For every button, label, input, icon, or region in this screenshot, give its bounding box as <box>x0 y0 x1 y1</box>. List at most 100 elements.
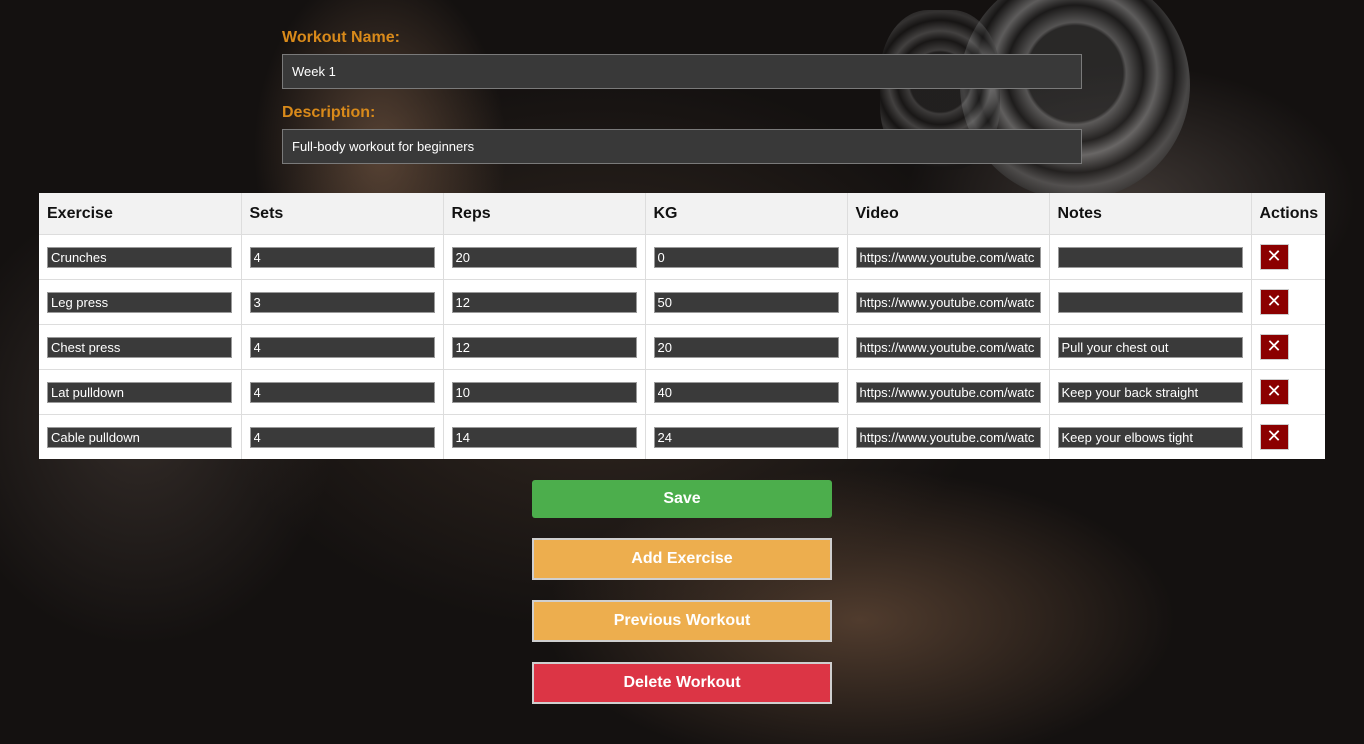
cell-reps <box>443 279 646 325</box>
header-video: Video <box>847 193 1050 235</box>
delete-row-button[interactable]: ✕ <box>1259 379 1289 405</box>
video-input[interactable] <box>855 381 1041 403</box>
sets-input[interactable] <box>249 336 435 358</box>
delete-row-button[interactable]: ✕ <box>1259 289 1289 315</box>
exercise-table-container: Exercise Sets Reps KG Video Notes Action… <box>39 193 1325 459</box>
cell-actions: ✕ <box>1251 369 1325 415</box>
add-exercise-button[interactable]: Add Exercise <box>532 538 832 580</box>
cell-reps <box>443 369 646 415</box>
cell-notes <box>1049 234 1252 280</box>
reps-input[interactable] <box>451 426 637 448</box>
cell-exercise <box>39 324 242 370</box>
cell-reps <box>443 414 646 459</box>
video-input[interactable] <box>855 336 1041 358</box>
notes-input[interactable] <box>1057 336 1243 358</box>
exercise-input[interactable] <box>47 426 232 448</box>
cell-video <box>847 279 1050 325</box>
cell-kg <box>645 414 848 459</box>
header-reps: Reps <box>443 193 646 235</box>
delete-row-button[interactable]: ✕ <box>1259 244 1289 270</box>
table-header-row: Exercise Sets Reps KG Video Notes Action… <box>39 193 1325 235</box>
cell-actions: ✕ <box>1251 324 1325 370</box>
exercise-input[interactable] <box>47 291 232 313</box>
notes-input[interactable] <box>1057 381 1243 403</box>
sets-input[interactable] <box>249 381 435 403</box>
reps-input[interactable] <box>451 336 637 358</box>
cell-video <box>847 414 1050 459</box>
cell-exercise <box>39 279 242 325</box>
exercise-table: Exercise Sets Reps KG Video Notes Action… <box>39 193 1325 459</box>
cell-actions: ✕ <box>1251 279 1325 325</box>
cell-sets <box>241 414 444 459</box>
cell-reps <box>443 324 646 370</box>
cell-actions: ✕ <box>1251 415 1325 460</box>
cell-video <box>847 234 1050 280</box>
cell-kg <box>645 234 848 280</box>
close-icon: ✕ <box>1266 426 1282 447</box>
close-icon: ✕ <box>1266 381 1282 402</box>
cell-kg <box>645 279 848 325</box>
sets-input[interactable] <box>249 291 435 313</box>
header-sets: Sets <box>241 193 444 235</box>
cell-actions: ✕ <box>1251 234 1325 280</box>
notes-input[interactable] <box>1057 291 1243 313</box>
close-icon: ✕ <box>1266 336 1282 357</box>
kg-input[interactable] <box>653 291 839 313</box>
table-row: ✕ <box>39 414 1325 460</box>
description-label: Description: <box>282 104 376 121</box>
cell-reps <box>443 234 646 280</box>
previous-workout-button[interactable]: Previous Workout <box>532 600 832 642</box>
cell-notes <box>1049 414 1252 459</box>
table-row: ✕ <box>39 369 1325 415</box>
cell-notes <box>1049 369 1252 415</box>
cell-notes <box>1049 279 1252 325</box>
action-buttons: Save Add Exercise Previous Workout Delet… <box>532 480 832 704</box>
header-notes: Notes <box>1049 193 1252 235</box>
kg-input[interactable] <box>653 246 839 268</box>
sets-input[interactable] <box>249 426 435 448</box>
kg-input[interactable] <box>653 381 839 403</box>
notes-input[interactable] <box>1057 246 1243 268</box>
table-row: ✕ <box>39 279 1325 325</box>
table-row: ✕ <box>39 234 1325 280</box>
cell-sets <box>241 234 444 280</box>
workout-form: Workout Name: Description: <box>282 28 1082 164</box>
video-input[interactable] <box>855 291 1041 313</box>
save-button[interactable]: Save <box>532 480 832 518</box>
cell-exercise <box>39 234 242 280</box>
cell-kg <box>645 369 848 415</box>
close-icon: ✕ <box>1266 246 1282 267</box>
header-kg: KG <box>645 193 848 235</box>
delete-workout-button[interactable]: Delete Workout <box>532 662 832 704</box>
description-group: Description: <box>282 103 1082 164</box>
header-exercise: Exercise <box>39 193 242 235</box>
description-input[interactable] <box>282 129 1082 164</box>
exercise-input[interactable] <box>47 246 232 268</box>
kg-input[interactable] <box>653 336 839 358</box>
cell-sets <box>241 324 444 370</box>
close-icon: ✕ <box>1266 291 1282 312</box>
delete-row-button[interactable]: ✕ <box>1259 334 1289 360</box>
reps-input[interactable] <box>451 381 637 403</box>
cell-exercise <box>39 369 242 415</box>
exercise-input[interactable] <box>47 381 232 403</box>
cell-sets <box>241 369 444 415</box>
cell-kg <box>645 324 848 370</box>
video-input[interactable] <box>855 426 1041 448</box>
workout-name-label: Workout Name: <box>282 29 400 46</box>
reps-input[interactable] <box>451 246 637 268</box>
workout-name-input[interactable] <box>282 54 1082 89</box>
reps-input[interactable] <box>451 291 637 313</box>
header-actions: Actions <box>1251 193 1325 235</box>
exercise-input[interactable] <box>47 336 232 358</box>
cell-sets <box>241 279 444 325</box>
video-input[interactable] <box>855 246 1041 268</box>
notes-input[interactable] <box>1057 426 1243 448</box>
cell-notes <box>1049 324 1252 370</box>
cell-video <box>847 369 1050 415</box>
table-row: ✕ <box>39 324 1325 370</box>
sets-input[interactable] <box>249 246 435 268</box>
cell-video <box>847 324 1050 370</box>
kg-input[interactable] <box>653 426 839 448</box>
delete-row-button[interactable]: ✕ <box>1259 424 1289 450</box>
